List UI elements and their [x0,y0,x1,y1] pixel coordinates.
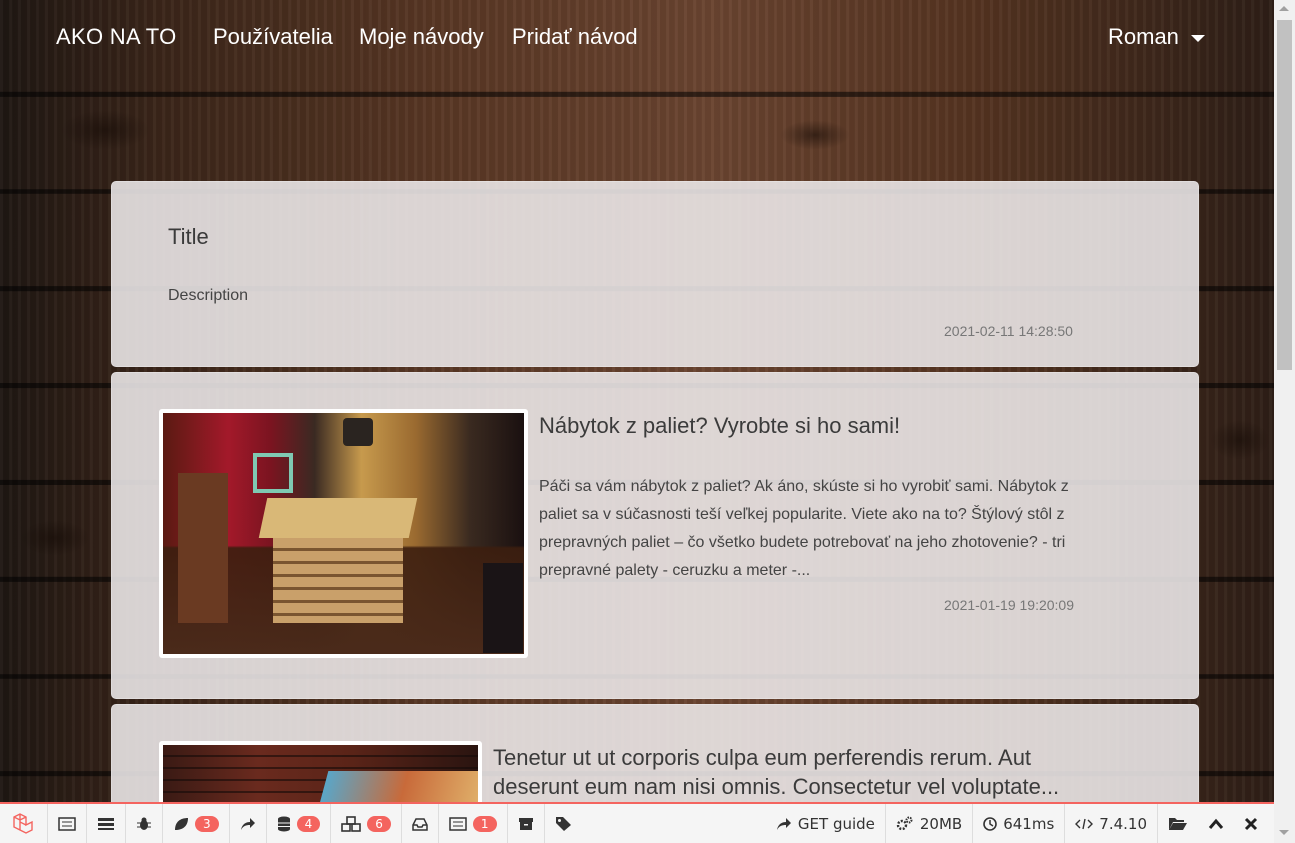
messages-tab[interactable] [48,804,87,843]
restore-button[interactable] [1198,804,1234,843]
bug-icon [137,817,151,830]
memory-info: 20MB [884,804,972,843]
guide-card[interactable]: Title Description 2021-02-11 14:28:50 [111,181,1199,367]
chevron-up-icon [1208,818,1224,829]
gate-count-badge: 1 [472,815,497,832]
leaf-icon [175,817,188,830]
guide-card[interactable]: Nábytok z paliet? Vyrobte si ho sami! Pá… [111,372,1199,699]
share-icon [240,817,255,830]
php-version-text: 7.4.10 [1099,814,1147,833]
share-icon [776,817,791,830]
archive-icon [518,817,533,830]
wood-knot [1210,420,1270,460]
pallet-stack-shape [273,538,403,623]
request-tab[interactable] [545,804,583,843]
scroll-up-arrow-icon[interactable] [1279,6,1289,11]
user-name: Roman [1108,24,1179,49]
memory-text: 20MB [919,814,963,833]
card-date: 2021-01-19 19:20:09 [944,597,1074,613]
folder-open-icon [1169,818,1187,830]
views-tab[interactable]: 3 [163,804,230,843]
clock-icon [983,816,998,831]
list-icon [449,816,467,831]
messages-icon [58,816,76,831]
frame-shape [253,453,293,493]
top-navbar: AKO NA TO Používatelia Moje návody Prida… [0,0,1274,78]
laravel-logo-icon[interactable] [0,804,48,843]
database-icon [277,816,290,831]
caret-down-icon [1190,34,1205,42]
user-dropdown[interactable]: Roman [1108,24,1205,50]
lamp-shape [343,418,373,446]
shelf-shape [178,473,228,623]
gate-tab[interactable]: 1 [439,804,508,843]
views-count-badge: 3 [195,815,219,832]
inbox-icon [412,817,428,831]
page-scrollbar[interactable] [1274,0,1295,843]
wood-knot [780,120,850,150]
queries-tab[interactable]: 4 [267,804,332,843]
time-text: 641ms [1003,814,1055,833]
sign-shape [483,563,523,653]
cubes-icon [341,815,362,832]
route-tab[interactable] [230,804,267,843]
card-date: 2021-02-11 14:28:50 [944,323,1073,339]
card-description: Description [168,287,249,304]
pallet-furniture-image [163,413,524,654]
timeline-settings-tab[interactable] [87,804,126,843]
card-description: Páči sa vám nábytok z paliet? Ak áno, sk… [539,478,1069,579]
tasks-icon [98,817,114,830]
exceptions-tab[interactable] [126,804,163,843]
card-title[interactable]: Title [168,222,209,251]
request-route-text: GET guide [797,814,875,833]
mails-tab[interactable] [402,804,439,843]
close-icon [1244,817,1258,830]
time-info[interactable]: 641ms [972,804,1064,843]
open-handler-button[interactable] [1157,804,1198,843]
cogs-icon [896,816,913,830]
scroll-down-arrow-icon[interactable] [1279,830,1289,835]
card-title[interactable]: Tenetur ut ut corporis culpa eum perfere… [493,743,1093,801]
tags-icon [555,816,571,831]
nav-link-add-guide[interactable]: Pridať návod [512,24,638,50]
guide-thumbnail[interactable] [159,409,528,658]
wood-knot [60,110,150,150]
nav-link-my-guides[interactable]: Moje návody [359,24,484,50]
models-count-badge: 6 [367,815,391,832]
close-debugbar-button[interactable] [1234,804,1274,843]
models-tab[interactable]: 6 [331,804,402,843]
nav-link-users[interactable]: Používatelia [213,24,333,50]
debug-bar: 3 4 6 1 GET guide 20MB 641ms 7.4.10 [0,802,1274,843]
code-icon [1075,818,1094,829]
table-top-shape [258,498,418,538]
scrollbar-thumb[interactable] [1277,20,1292,370]
session-tab[interactable] [508,804,545,843]
queries-count-badge: 4 [296,815,321,832]
wood-knot [20,520,90,556]
php-version-info: 7.4.10 [1064,804,1157,843]
route-info[interactable]: GET guide [766,804,885,843]
brand-link[interactable]: AKO NA TO [56,24,177,50]
card-title[interactable]: Nábytok z paliet? Vyrobte si ho sami! [539,411,1099,440]
